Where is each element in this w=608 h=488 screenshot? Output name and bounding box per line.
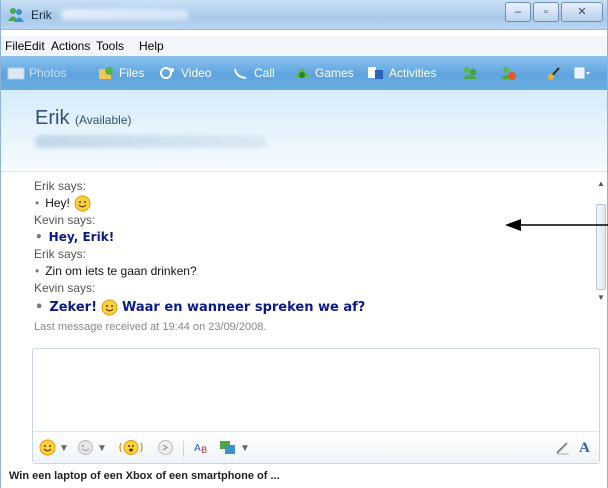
toolbar-video[interactable]: Video: [159, 65, 211, 81]
paintbrush-icon: [547, 65, 565, 81]
toolbar-video-label: Video: [181, 66, 212, 80]
redacted-personal-message: [35, 135, 267, 148]
toolbar-contacts-button[interactable]: [461, 65, 483, 81]
menu-tools[interactable]: Tools: [96, 39, 124, 53]
toolbar-files-label: Files: [119, 66, 145, 80]
call-icon: [232, 65, 250, 81]
toolbar-block-button[interactable]: [499, 65, 521, 81]
block-contact-icon: [499, 65, 517, 81]
voice-clip-button[interactable]: [157, 439, 174, 459]
add-contact-icon: [461, 65, 479, 81]
redacted-email: [61, 9, 189, 20]
toolbar-photos-label: Photos: [29, 66, 67, 80]
menu-bar: File Edit Actions Tools Help: [1, 36, 607, 56]
smiley-icon: [101, 299, 118, 316]
font-button[interactable]: AB: [193, 440, 211, 457]
photos-icon: [7, 65, 25, 81]
toolbar-activities-label: Activities: [389, 66, 437, 80]
scroll-up-icon[interactable]: ▲: [597, 180, 605, 188]
menu-file[interactable]: File: [5, 39, 24, 53]
scrollbar-thumb[interactable]: [596, 204, 606, 290]
bullet-icon: •: [35, 195, 40, 210]
bullet-icon: •: [35, 263, 40, 278]
action-toolbar: Photos Files Video Call Games Activities: [1, 56, 607, 90]
menu-actions[interactable]: Actions: [51, 39, 90, 53]
emoticon-icon: [39, 439, 56, 459]
message-text-after: Waar en wanneer spreken we af?: [122, 299, 366, 315]
toolbar-call-label: Call: [254, 66, 275, 80]
chevron-down-icon: ▼: [59, 443, 69, 454]
sender-line: Kevin says:: [34, 281, 96, 295]
advertisement-bar[interactable]: Win een laptop of een Xbox of een smartp…: [1, 464, 607, 488]
menu-edit[interactable]: Edit: [24, 39, 45, 53]
conversation-history: Erik says: • Hey! Kevin says: • Hey, Eri…: [34, 178, 594, 343]
toolbar-menu-button[interactable]: [573, 65, 595, 81]
minimize-button[interactable]: ‒: [505, 2, 531, 22]
title-bar[interactable]: Erik ‒ ▫ ✕: [1, 0, 607, 30]
window-title: Erik: [31, 8, 52, 22]
conversation-scrollbar[interactable]: ▲ ▼: [595, 176, 607, 323]
chat-message: • Zin om iets te gaan drinken?: [34, 262, 594, 280]
chat-window: Erik ‒ ▫ ✕ File Edit Actions Tools Help …: [0, 0, 608, 488]
background-button[interactable]: ▼: [219, 440, 250, 457]
background-image-icon: [219, 439, 237, 459]
text-mode-button[interactable]: A: [579, 440, 590, 457]
toolbar-photos[interactable]: Photos: [7, 65, 66, 81]
maximize-button[interactable]: ▫: [533, 2, 559, 22]
messenger-buddy-icon: [7, 7, 25, 23]
contact-status: (Available): [75, 113, 132, 127]
chat-message: • Zeker! Waar en wanneer spreken we af?: [34, 296, 594, 318]
compose-toolbar: ▼ ▼ AB ▼ A: [33, 431, 599, 463]
close-button[interactable]: ✕: [561, 2, 603, 22]
chevron-down-icon: ▼: [97, 443, 107, 454]
sender-line: Erik says:: [34, 179, 87, 193]
toolbar-games[interactable]: Games: [293, 65, 354, 81]
toolbar-activities[interactable]: Activities: [367, 65, 436, 81]
message-input[interactable]: [33, 349, 599, 429]
toolbar-call[interactable]: Call: [232, 65, 275, 81]
contact-name-line: Erik (Available): [35, 107, 132, 130]
nudge-icon: [119, 439, 143, 459]
files-icon: [97, 65, 115, 81]
voice-clip-icon: [157, 439, 174, 459]
emoticon-button[interactable]: ▼: [39, 439, 69, 459]
toolbar-divider: [183, 441, 184, 457]
video-icon: [159, 65, 177, 81]
wink-icon: [77, 439, 94, 459]
activities-icon: [367, 65, 385, 81]
wink-button[interactable]: ▼: [77, 439, 107, 459]
advertisement-text[interactable]: Win een laptop of een Xbox of een smartp…: [9, 470, 280, 482]
message-text: Hey, Erik!: [48, 229, 115, 244]
smiley-icon: [74, 195, 91, 212]
compose-area: ▼ ▼ AB ▼ A: [32, 348, 600, 464]
window-controls: ‒ ▫ ✕: [503, 2, 603, 22]
font-style-icon: AB: [193, 439, 211, 459]
bullet-icon: •: [35, 299, 44, 315]
last-message-timestamp: Last message received at 19:44 on 23/09/…: [34, 321, 267, 333]
message-text: Zin om iets te gaan drinken?: [45, 263, 197, 278]
svg-text:B: B: [201, 446, 207, 456]
toolbar-games-label: Games: [315, 66, 354, 80]
nudge-button[interactable]: [119, 439, 143, 459]
sender-line: Erik says:: [34, 247, 87, 261]
toolbar-customize-button[interactable]: [547, 65, 569, 81]
message-text: Hey!: [45, 195, 70, 210]
bullet-icon: •: [35, 229, 43, 244]
annotation-arrow-icon: [505, 219, 608, 231]
message-text-before: Zeker!: [49, 299, 98, 315]
pen-icon: [555, 439, 571, 459]
chat-message: • Hey!: [34, 194, 594, 212]
toolbar-files[interactable]: Files: [97, 65, 144, 81]
contact-header: Erik (Available): [1, 90, 607, 172]
svg-text:A: A: [194, 443, 201, 454]
contact-name: Erik: [35, 107, 70, 129]
menu-help[interactable]: Help: [139, 39, 164, 53]
show-menu-icon: [573, 65, 591, 81]
chevron-down-icon: ▼: [240, 443, 250, 454]
handwriting-button[interactable]: [555, 440, 571, 457]
games-icon: [293, 65, 311, 81]
scroll-down-icon[interactable]: ▼: [597, 294, 605, 302]
